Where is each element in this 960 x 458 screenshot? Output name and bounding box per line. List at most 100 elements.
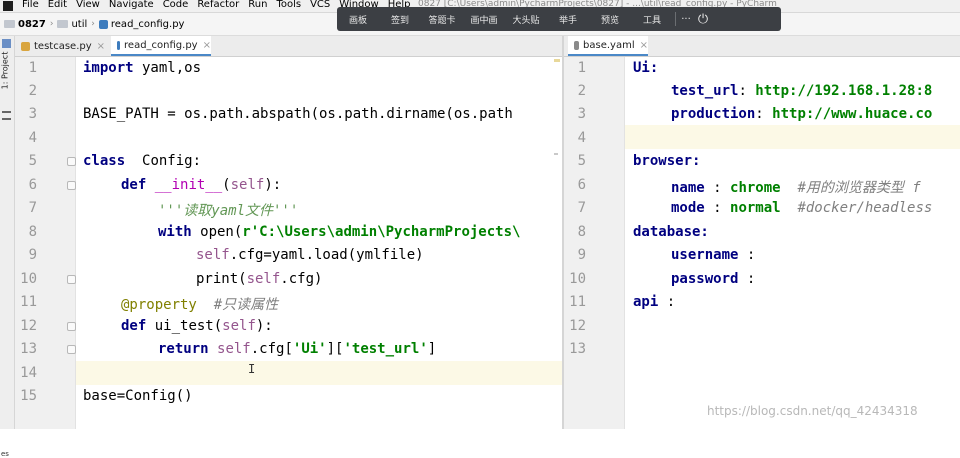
breadcrumb-project[interactable]: 0827 ›: [4, 19, 53, 30]
pycharm-logo-icon: [3, 1, 13, 11]
python-file-icon: [98, 19, 108, 29]
breadcrumb-file[interactable]: read_config.py: [98, 19, 184, 30]
fold-marker-icon[interactable]: [67, 157, 76, 166]
yaml-line-1: Ui:: [633, 60, 659, 76]
line-number: 12: [569, 318, 586, 334]
current-line-highlight: [625, 125, 960, 149]
code-line-3: BASE_PATH = os.path.abspath(os.path.dirn…: [83, 106, 513, 122]
close-icon[interactable]: ×: [203, 40, 211, 51]
yaml-line-9: username :: [671, 247, 756, 263]
code-line-12: def ui_test(self):: [121, 318, 273, 334]
line-number: 13: [569, 341, 586, 357]
yaml-line-2: test_url: http://192.168.1.28:8: [671, 83, 933, 99]
line-number-gutter: 1 2 3 4 5 6 7 8 9 10 11 12 13 14 15: [15, 57, 76, 429]
power-icon[interactable]: ⏻: [694, 12, 712, 27]
line-number: 10: [20, 271, 37, 287]
python-editor[interactable]: 1 2 3 4 5 6 7 8 9 10 11 12 13 14 15 impo…: [15, 57, 562, 429]
watermark: https://blog.csdn.net/qq_42434318: [707, 404, 918, 418]
menu-edit[interactable]: Edit: [48, 0, 67, 10]
code-line-13: return self.cfg['Ui']['test_url']: [158, 341, 437, 357]
right-tab-bar: base.yaml ×: [564, 36, 960, 57]
breadcrumb-util[interactable]: util ›: [57, 19, 95, 30]
structure-icon[interactable]: [2, 111, 11, 120]
python-file-icon: [117, 40, 121, 50]
code-line-7: '''读取yaml文件''': [158, 203, 299, 219]
tab-read-config[interactable]: read_config.py ×: [111, 36, 211, 56]
yaml-line-3: production: http://www.huace.co: [671, 106, 933, 122]
line-number: 6: [28, 177, 37, 193]
menu-run[interactable]: Run: [248, 0, 267, 10]
code-line-15: base=Config(): [83, 388, 193, 404]
line-number: 8: [577, 224, 586, 240]
menu-view[interactable]: View: [76, 0, 100, 10]
line-number: 10: [569, 271, 586, 287]
line-number: 9: [28, 247, 37, 263]
line-number: 1: [28, 60, 37, 76]
yaml-line-8: database:: [633, 224, 709, 240]
menu-navigate[interactable]: Navigate: [109, 0, 154, 10]
line-number: 11: [569, 294, 586, 310]
code-line-11: @property #只读属性: [121, 297, 279, 313]
line-number: 4: [28, 130, 37, 146]
line-number: 1: [577, 60, 586, 76]
line-number: 9: [577, 247, 586, 263]
line-number: 14: [20, 365, 37, 381]
close-icon[interactable]: ×: [97, 41, 105, 52]
code-line-6: def __init__(self):: [121, 177, 282, 193]
menu-code[interactable]: Code: [163, 0, 189, 10]
yaml-file-icon: [574, 40, 580, 50]
more-icon[interactable]: ···: [678, 14, 694, 25]
close-icon[interactable]: ×: [640, 40, 648, 51]
fold-marker-icon[interactable]: [67, 275, 76, 284]
yaml-line-11: api :: [633, 294, 676, 310]
line-number: 12: [20, 318, 37, 334]
line-number: 5: [28, 153, 37, 169]
menu-refactor[interactable]: Refactor: [197, 0, 239, 10]
menu-vcs[interactable]: VCS: [310, 0, 330, 10]
favorites-tool-label[interactable]: es: [1, 450, 9, 458]
tool-window-strip: 1: Project es: [0, 36, 15, 458]
folder-icon: [57, 20, 69, 28]
fold-marker-icon[interactable]: [67, 181, 76, 190]
project-icon[interactable]: [2, 39, 11, 48]
yaml-editor[interactable]: 1 2 3 4 5 6 7 8 9 10 11 12 13 Ui: test_u…: [564, 57, 960, 429]
fold-marker-icon[interactable]: [67, 322, 76, 331]
menu-tools[interactable]: Tools: [276, 0, 301, 10]
line-number: 3: [28, 106, 37, 122]
tab-testcase[interactable]: testcase.py ×: [15, 36, 109, 56]
line-number: 6: [577, 177, 586, 193]
menu-file[interactable]: File: [22, 0, 39, 10]
toolbar-tools-button[interactable]: 工具: [631, 13, 673, 26]
python-file-icon: [21, 41, 30, 51]
yaml-line-5: browser:: [633, 153, 701, 169]
code-line-10: print(self.cfg): [196, 271, 323, 287]
code-line-9: self.cfg=yaml.load(ymlfile): [196, 247, 424, 263]
chevron-right-icon: ›: [91, 19, 95, 29]
toolbar-avatar-button[interactable]: 大头贴: [505, 13, 547, 26]
text-cursor-icon: I: [248, 362, 256, 376]
folder-icon: [4, 20, 15, 28]
line-number: 4: [577, 130, 586, 146]
tab-base-yaml[interactable]: base.yaml ×: [568, 36, 648, 56]
toolbar-whiteboard-button[interactable]: 画板: [337, 13, 379, 26]
error-stripe-marker[interactable]: [554, 59, 560, 62]
project-tool-button[interactable]: 1: Project: [0, 52, 9, 90]
code-line-5: class Config:: [83, 153, 202, 169]
line-number-gutter: 1 2 3 4 5 6 7 8 9 10 11 12 13: [564, 57, 625, 429]
code-line-1: import yaml,os: [83, 60, 202, 76]
fold-marker-icon[interactable]: [67, 345, 76, 354]
toolbar-preview-button[interactable]: 预览: [589, 13, 631, 26]
line-number: 13: [20, 341, 37, 357]
toolbar-answer-card-button[interactable]: 答题卡: [421, 13, 463, 26]
yaml-line-6: name : chrome #用的浏览器类型 f: [671, 180, 921, 196]
line-number: 15: [20, 388, 37, 404]
left-tab-bar: testcase.py × read_config.py ×: [15, 36, 562, 57]
line-number: 3: [577, 106, 586, 122]
toolbar-checkin-button[interactable]: 签到: [379, 13, 421, 26]
toolbar-pip-button[interactable]: 画中画: [463, 13, 505, 26]
error-stripe-marker[interactable]: [554, 153, 558, 155]
floating-toolbar: 画板 签到 答题卡 画中画 大头贴 举手 预览 工具 ··· ⏻: [337, 7, 781, 31]
line-number: 2: [577, 83, 586, 99]
toolbar-raise-hand-button[interactable]: 举手: [547, 13, 589, 26]
line-number: 7: [28, 200, 37, 216]
